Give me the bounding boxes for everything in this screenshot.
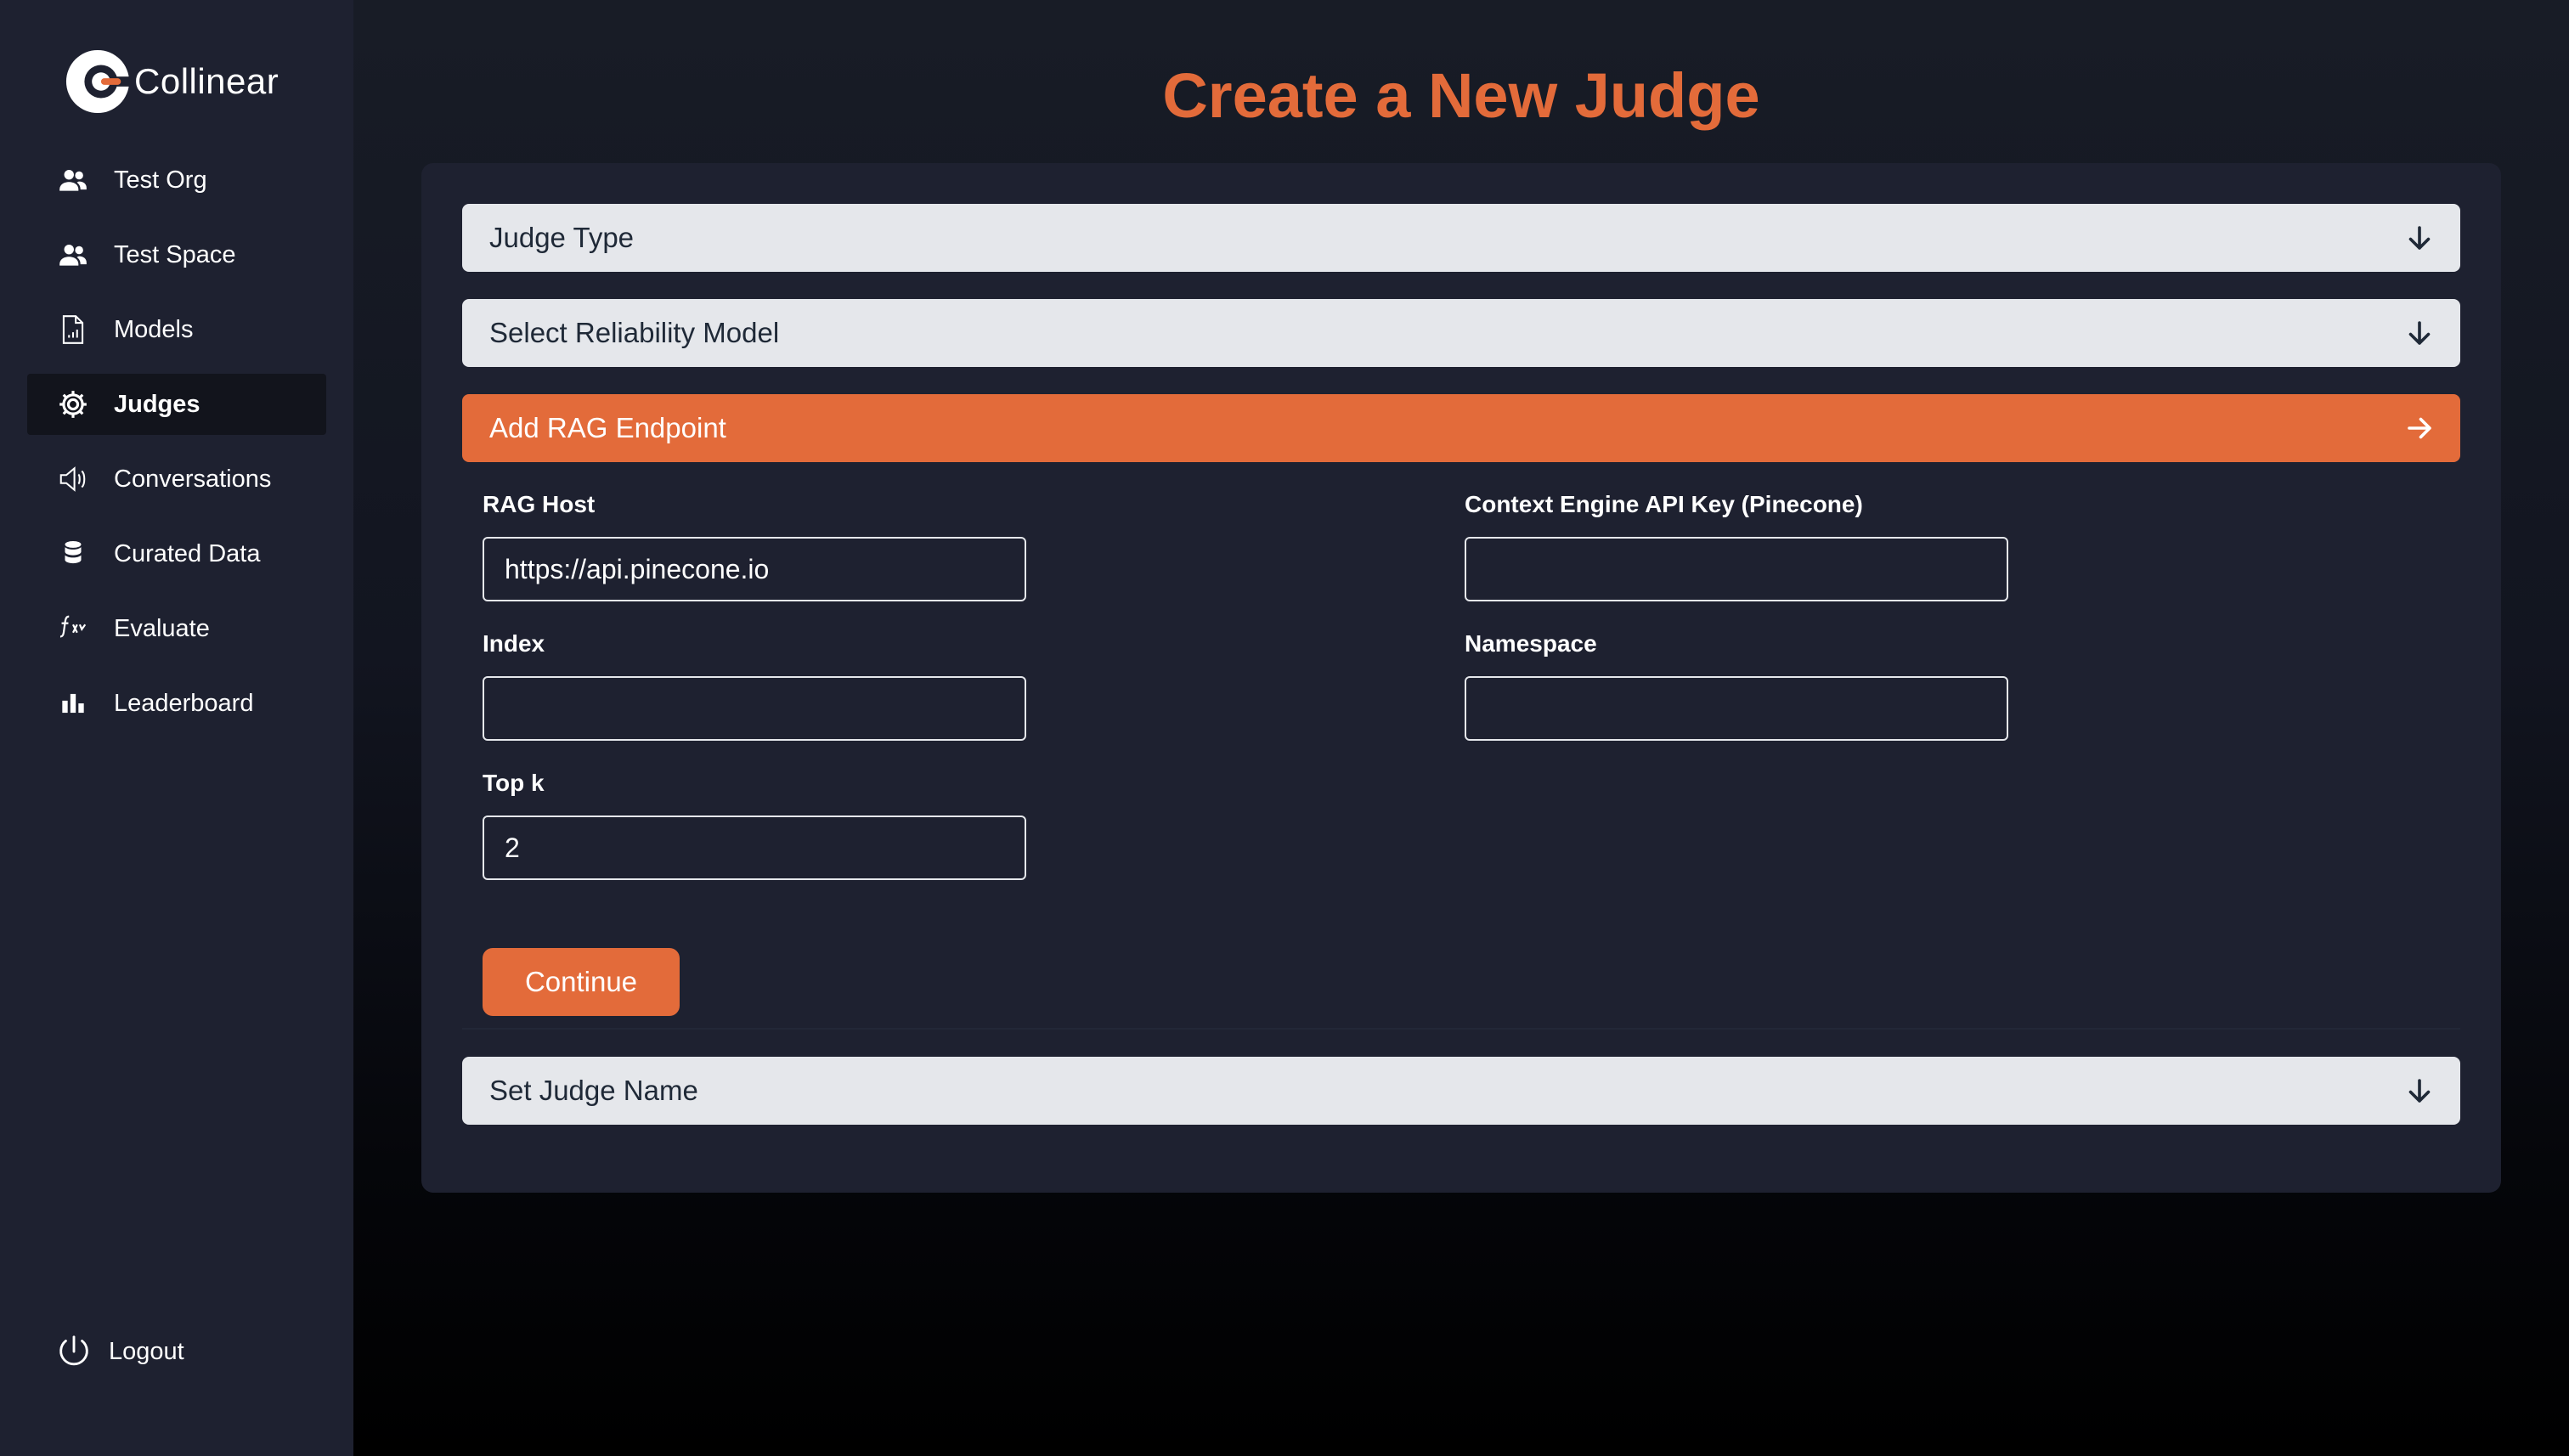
sidebar-item-judges[interactable]: Judges [27,374,326,435]
users-icon [54,236,92,274]
namespace-input[interactable] [1465,676,2008,741]
arrow-down-icon [2408,321,2431,345]
document-chart-icon [54,311,92,348]
top-k-label: Top k [483,770,545,796]
sidebar-item-curated-data[interactable]: Curated Data [27,523,326,584]
logout-button[interactable]: Logout [54,1332,184,1371]
api-key-label: Context Engine API Key (Pinecone) [1465,491,1863,517]
create-judge-card: Judge Type Select Reliability Model Add … [421,163,2501,1193]
power-icon [59,1335,88,1366]
sidebar-item-models[interactable]: Models [27,299,326,360]
bar-chart-icon [54,685,92,722]
sidebar-item-leaderboard[interactable]: Leaderboard [27,673,326,734]
sidebar-item-label: Test Org [114,166,207,194]
sidebar-nav: Test Org Test Space Models Judges Conver… [27,150,326,748]
step-set-judge-name[interactable]: Set Judge Name [462,1057,2460,1125]
rag-host-input[interactable] [483,537,1026,601]
sidebar-item-label: Conversations [114,465,272,493]
database-icon [54,535,92,573]
step-judge-type[interactable]: Judge Type [462,204,2460,272]
arrow-down-icon [2408,226,2431,250]
index-input[interactable] [483,676,1026,741]
step-add-rag-endpoint[interactable]: Add RAG Endpoint [462,394,2460,462]
step-select-reliability-model[interactable]: Select Reliability Model [462,299,2460,367]
sidebar-item-label: Models [114,315,194,343]
step-label: Select Reliability Model [489,317,780,348]
divider [462,1028,2460,1030]
api-key-input[interactable] [1465,537,2008,601]
arrow-right-icon [2408,417,2431,439]
sidebar-item-label: Judges [114,390,200,418]
users-icon [54,161,92,199]
sidebar-item-label: Test Space [114,240,236,268]
sidebar-item-conversations[interactable]: Conversations [27,449,326,510]
step-label: Judge Type [489,222,635,253]
sidebar-item-label: Curated Data [114,539,261,567]
logo[interactable]: Collinear [65,48,279,116]
sidebar: Collinear Test Org Test Space Models Jud… [0,0,353,1456]
sidebar-item-label: Evaluate [114,614,210,642]
function-icon [54,610,92,647]
continue-button[interactable]: Continue [483,948,680,1016]
collinear-logo-icon [65,49,131,114]
step-label: Add RAG Endpoint [489,412,726,443]
top-k-input[interactable] [483,815,1026,880]
sidebar-item-test-space[interactable]: Test Space [27,224,326,285]
namespace-label: Namespace [1465,630,1597,657]
brand-name: Collinear [134,61,279,101]
sidebar-item-evaluate[interactable]: Evaluate [27,598,326,659]
index-label: Index [483,630,545,657]
speaker-icon [54,460,92,498]
sidebar-item-test-org[interactable]: Test Org [27,150,326,211]
gear-icon [54,386,92,423]
logout-label: Logout [109,1337,184,1365]
rag-host-label: RAG Host [483,491,596,517]
page-title: Create a New Judge [1162,60,1760,131]
arrow-down-icon [2408,1079,2431,1103]
step-label: Set Judge Name [489,1075,698,1106]
sidebar-item-label: Leaderboard [114,689,254,717]
